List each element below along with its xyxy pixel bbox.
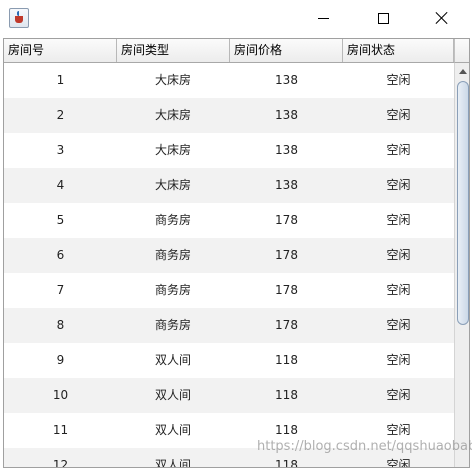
maximize-icon xyxy=(377,12,389,24)
room-type-cell: 商务房 xyxy=(155,248,192,262)
table-body: 1 大床房 138 空闲 2 大床房 138 空闲 3 大床房 138 空闲 4 大床房 138 空闲 5 商务房… xyxy=(4,63,454,468)
room-type-cell: 大床房 xyxy=(155,178,192,192)
column-header-room-status[interactable]: 房间状态 xyxy=(343,39,454,62)
room-type-cell: 大床房 xyxy=(155,143,192,157)
room-type-cell: 商务房 xyxy=(155,283,192,297)
column-header-room-price[interactable]: 房间价格 xyxy=(230,39,343,62)
room-price-cell: 178 xyxy=(275,213,298,227)
column-header-room-number[interactable]: 房间号 xyxy=(4,39,117,62)
room-status-cell: 空闲 xyxy=(386,318,411,332)
column-header-room-type[interactable]: 房间类型 xyxy=(117,39,230,62)
room-number-cell: 9 xyxy=(56,353,65,367)
table-row[interactable]: 3 大床房 138 空闲 xyxy=(4,133,454,168)
java-cup-icon[interactable] xyxy=(9,8,29,28)
room-number-cell: 7 xyxy=(56,283,65,297)
room-price-cell: 138 xyxy=(275,108,298,122)
room-number-cell: 11 xyxy=(52,423,69,437)
room-status-cell: 空闲 xyxy=(386,248,411,262)
room-type-cell: 商务房 xyxy=(155,318,192,332)
room-status-cell: 空闲 xyxy=(386,178,411,192)
room-type-cell: 双人间 xyxy=(155,458,192,468)
room-number-cell: 6 xyxy=(56,248,65,262)
table-row[interactable]: 2 大床房 138 空闲 xyxy=(4,98,454,133)
room-status-cell: 空闲 xyxy=(386,73,411,87)
header-corner xyxy=(454,39,469,63)
scroll-thumb[interactable] xyxy=(457,81,469,325)
maximize-button[interactable] xyxy=(360,0,406,36)
table-row[interactable]: 10 双人间 118 空闲 xyxy=(4,378,454,413)
room-number-cell: 12 xyxy=(52,458,69,468)
room-price-cell: 178 xyxy=(275,318,298,332)
room-price-cell: 178 xyxy=(275,283,298,297)
room-status-cell: 空闲 xyxy=(386,108,411,122)
table-row[interactable]: 5 商务房 178 空闲 xyxy=(4,203,454,238)
room-price-cell: 118 xyxy=(275,353,298,367)
room-table[interactable]: 房间号 房间类型 房间价格 房间状态 1 大床房 138 空闲 2 大床房 138 空闲 3 大床… xyxy=(3,38,470,468)
room-status-cell: 空闲 xyxy=(386,353,411,367)
room-number-cell: 1 xyxy=(56,73,65,87)
room-type-cell: 大床房 xyxy=(155,73,192,87)
minimize-button[interactable] xyxy=(300,0,346,36)
room-type-cell: 双人间 xyxy=(155,388,192,402)
table-row[interactable]: 11 双人间 118 空闲 xyxy=(4,413,454,448)
room-number-cell: 10 xyxy=(52,388,69,402)
table-row[interactable]: 1 大床房 138 空闲 xyxy=(4,63,454,98)
close-button[interactable] xyxy=(419,0,465,36)
table-row[interactable]: 9 双人间 118 空闲 xyxy=(4,343,454,378)
room-type-cell: 双人间 xyxy=(155,423,192,437)
room-type-cell: 双人间 xyxy=(155,353,192,367)
room-number-cell: 8 xyxy=(56,318,65,332)
room-number-cell: 2 xyxy=(56,108,65,122)
table-row[interactable]: 4 大床房 138 空闲 xyxy=(4,168,454,203)
room-number-cell: 4 xyxy=(56,178,65,192)
room-type-cell: 商务房 xyxy=(155,213,192,227)
table-row[interactable]: 6 商务房 178 空闲 xyxy=(4,238,454,273)
room-price-cell: 118 xyxy=(275,423,298,437)
room-type-cell: 大床房 xyxy=(155,108,192,122)
close-icon xyxy=(435,11,449,25)
room-number-cell: 5 xyxy=(56,213,65,227)
table-header: 房间号 房间类型 房间价格 房间状态 xyxy=(4,39,454,63)
minimize-icon xyxy=(317,17,329,19)
vertical-scrollbar[interactable] xyxy=(454,63,469,467)
room-status-cell: 空闲 xyxy=(386,213,411,227)
arrow-up-icon xyxy=(458,68,467,74)
room-price-cell: 118 xyxy=(275,458,298,468)
table-row[interactable]: 8 商务房 178 空闲 xyxy=(4,308,454,343)
room-price-cell: 138 xyxy=(275,178,298,192)
room-status-cell: 空闲 xyxy=(386,423,411,437)
title-bar xyxy=(0,0,472,38)
room-number-cell: 3 xyxy=(56,143,65,157)
room-status-cell: 空闲 xyxy=(386,143,411,157)
room-status-cell: 空闲 xyxy=(386,388,411,402)
room-price-cell: 138 xyxy=(275,73,298,87)
table-row[interactable]: 12 双人间 118 空闲 xyxy=(4,448,454,468)
table-row[interactable]: 7 商务房 178 空闲 xyxy=(4,273,454,308)
room-status-cell: 空闲 xyxy=(386,458,411,468)
room-price-cell: 178 xyxy=(275,248,298,262)
room-price-cell: 138 xyxy=(275,143,298,157)
room-price-cell: 118 xyxy=(275,388,298,402)
room-status-cell: 空闲 xyxy=(386,283,411,297)
scroll-up-button[interactable] xyxy=(455,63,469,79)
